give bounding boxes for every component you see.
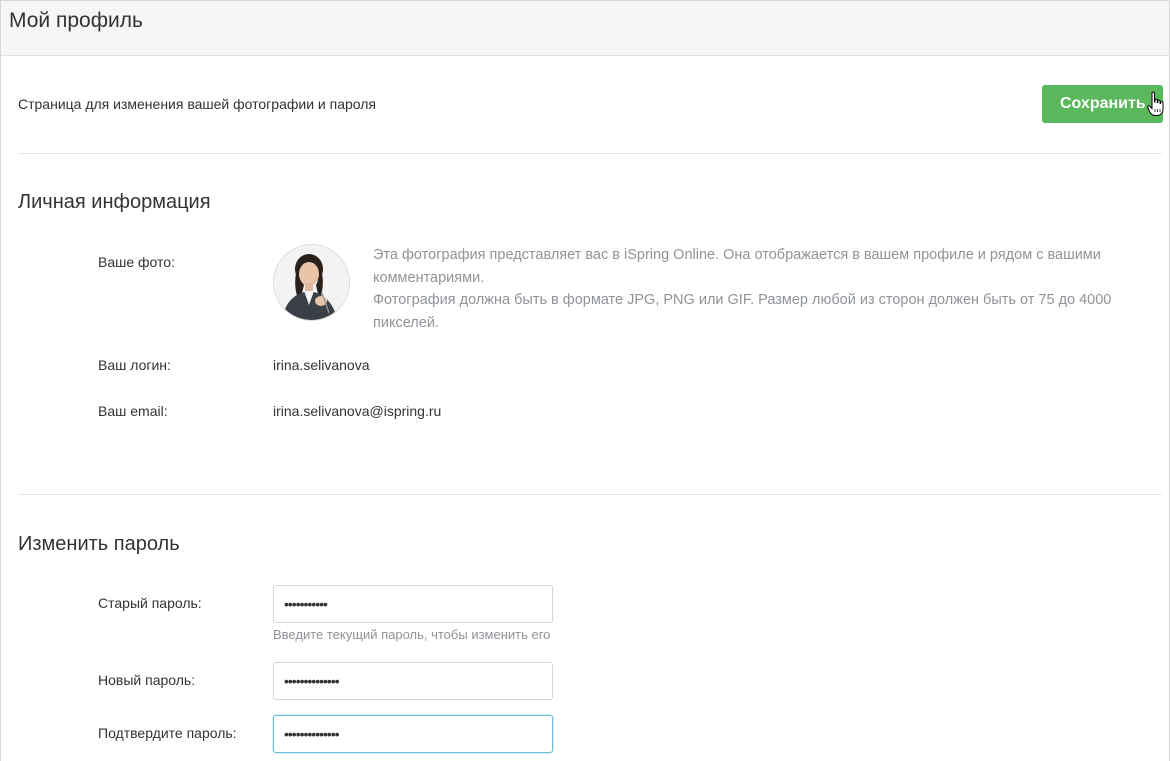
profile-page: Мой профиль Страница для изменения вашей… bbox=[0, 0, 1170, 761]
old-password-label: Старый пароль: bbox=[98, 595, 202, 611]
email-value: irina.selivanova@ispring.ru bbox=[273, 403, 442, 419]
avatar-photo bbox=[274, 245, 349, 320]
section-divider bbox=[18, 494, 1162, 495]
login-label: Ваш логин: bbox=[98, 357, 171, 373]
login-value: irina.selivanova bbox=[273, 357, 370, 373]
new-password-field[interactable] bbox=[273, 662, 553, 700]
email-label: Ваш email: bbox=[98, 403, 168, 419]
hand-cursor-icon bbox=[1147, 91, 1164, 116]
change-password-title: Изменить пароль bbox=[18, 533, 180, 555]
page-subtitle: Страница для изменения вашей фотографии … bbox=[18, 96, 376, 112]
personal-info-title: Личная информация bbox=[18, 191, 211, 213]
confirm-password-label: Подтвердите пароль: bbox=[98, 725, 237, 741]
section-divider bbox=[18, 153, 1162, 154]
confirm-password-field[interactable] bbox=[273, 715, 553, 753]
photo-label: Ваше фото: bbox=[98, 254, 175, 270]
page-title: Мой профиль bbox=[9, 9, 143, 32]
old-password-hint: Введите текущий пароль, чтобы изменить е… bbox=[273, 627, 551, 642]
save-button[interactable]: Сохранить bbox=[1042, 85, 1163, 123]
photo-description-line1: Эта фотография представляет вас в iSprin… bbox=[373, 247, 1101, 286]
page-header: Мой профиль bbox=[1, 1, 1169, 56]
photo-description-line2: Фотография должна быть в формате JPG, PN… bbox=[373, 292, 1112, 331]
avatar[interactable] bbox=[273, 244, 350, 321]
old-password-field[interactable] bbox=[273, 585, 553, 623]
new-password-label: Новый пароль: bbox=[98, 672, 196, 688]
photo-description: Эта фотография представляет вас в iSprin… bbox=[373, 244, 1153, 334]
